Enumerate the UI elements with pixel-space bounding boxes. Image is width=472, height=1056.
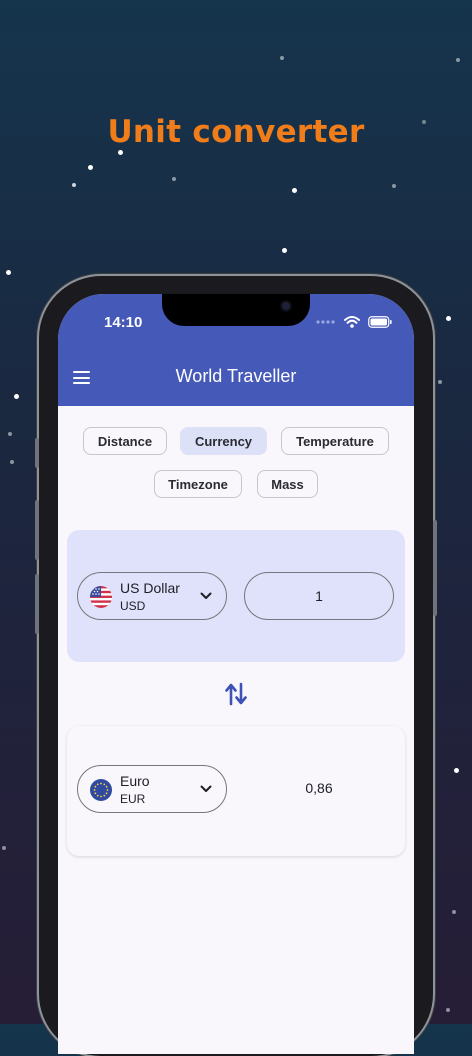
chip-timezone[interactable]: Timezone xyxy=(154,470,242,498)
chip-currency[interactable]: Currency xyxy=(180,427,267,455)
chip-distance[interactable]: Distance xyxy=(83,427,167,455)
star xyxy=(118,150,123,155)
cellular-signal-icon xyxy=(316,320,335,324)
star xyxy=(392,184,396,188)
from-currency-name: US Dollar xyxy=(120,580,180,596)
star xyxy=(8,432,12,436)
star xyxy=(454,768,459,773)
notch xyxy=(162,294,310,326)
us-flag-icon xyxy=(90,586,112,608)
from-currency-select[interactable]: US Dollar USD xyxy=(77,572,227,620)
battery-icon xyxy=(368,316,392,328)
star xyxy=(282,248,287,253)
star xyxy=(292,188,297,193)
star xyxy=(280,56,284,60)
chevron-down-icon xyxy=(200,785,212,792)
star xyxy=(452,910,456,914)
star xyxy=(72,183,76,187)
star xyxy=(2,846,6,850)
star xyxy=(172,177,176,181)
eu-flag-icon xyxy=(90,779,112,801)
app-screen: 14:10 World Traveller Distance Currency … xyxy=(58,294,414,1054)
star xyxy=(14,394,19,399)
app-bar: 14:10 World Traveller xyxy=(58,294,414,406)
status-time: 14:10 xyxy=(104,314,143,331)
star xyxy=(446,316,451,321)
wifi-icon xyxy=(344,316,360,328)
chip-temperature[interactable]: Temperature xyxy=(281,427,389,455)
conversion-result: 0,86 xyxy=(305,780,333,796)
phone-side-button xyxy=(35,438,39,468)
star xyxy=(456,58,460,62)
phone-side-button xyxy=(35,574,39,634)
phone-side-button xyxy=(35,500,39,560)
swap-vertical-icon[interactable] xyxy=(224,680,248,708)
amount-input[interactable] xyxy=(244,572,394,620)
star xyxy=(438,380,442,384)
star xyxy=(10,460,14,464)
star xyxy=(88,165,93,170)
star xyxy=(6,270,11,275)
chevron-down-icon xyxy=(200,592,212,599)
phone-side-button xyxy=(433,520,437,616)
to-currency-select[interactable]: Euro EUR xyxy=(77,765,227,813)
app-title: World Traveller xyxy=(175,366,297,386)
chip-mass[interactable]: Mass xyxy=(257,470,318,498)
star xyxy=(446,1008,450,1012)
to-currency-name: Euro xyxy=(120,773,150,789)
to-currency-code: EUR xyxy=(120,792,146,806)
headline: Unit converter xyxy=(107,114,365,150)
status-icons xyxy=(316,316,392,328)
from-currency-code: USD xyxy=(120,599,146,613)
camera-icon xyxy=(282,302,290,310)
